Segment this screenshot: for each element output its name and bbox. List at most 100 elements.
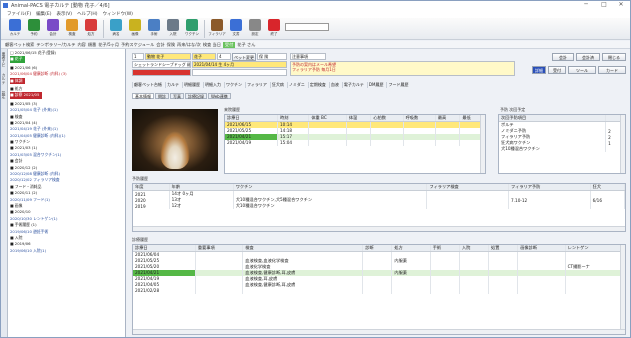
minimize-button[interactable]: ─ [579,1,593,8]
vaccine-scrollbar[interactable] [133,226,625,231]
menu-help[interactable]: ヘルプ(H) [77,11,97,17]
history-scrollbar[interactable] [620,245,625,334]
function-item[interactable]: 再来/はな/次 [177,42,201,48]
tab-1[interactable]: 問診 [155,93,169,99]
function-item[interactable]: 内容 [77,42,85,48]
toolbar-label: 会計 [49,32,57,36]
toolbar-button-9[interactable]: ワクチン [184,18,200,39]
table-row[interactable]: 2019 12才 犬10種混合ワクチン [133,203,626,209]
toolbar-icon [110,19,122,31]
tree-node[interactable]: 2019/06/10 入院(1) [10,248,124,254]
menu-file[interactable]: ファイル(F) [7,11,31,17]
vitals-scrollbar[interactable] [480,115,485,173]
tree-node[interactable]: □ 2021/06/15 花子(登録) [10,50,124,56]
table-cell [362,287,393,294]
tree-node[interactable]: ■ 診察 2021/05 [10,92,43,99]
toolbar-button-5[interactable]: 病名 [108,18,124,39]
subtoolbar-button[interactable]: フィラリア [245,81,268,88]
tree-node[interactable]: 2021/06/04 健康診断 (内科) (3) [10,71,124,77]
tree-node[interactable]: ■ 花子 [10,56,26,63]
toolbar-button-2[interactable]: 会計 [45,18,61,39]
toolbar-label: 手術 [150,32,158,36]
detail-button[interactable]: 詳細 [532,66,546,74]
menu-view[interactable]: 表示(V) [56,11,72,17]
vtab-chart[interactable]: カルテ [1,70,7,87]
vaccine-panel: 年度 年齢 ワクチン フィラリア検査 フィラリア予防 狂犬 2021 14才 0ヶ月 2020 1… [132,183,626,232]
function-item[interactable]: 顧客ペット検索 [5,42,34,48]
function-item[interactable]: 順番 [88,42,96,48]
toolbar-dropdown[interactable] [285,23,329,31]
subtoolbar-button[interactable]: 明細入力 [203,81,222,88]
table-row[interactable]: 2021/02/28 [133,287,626,294]
toolbar-icon [268,19,280,31]
maximize-button[interactable]: □ [597,1,611,8]
toolbar-button-4[interactable]: 処方 [83,18,99,39]
vtab-settings[interactable]: 設定 [1,88,7,102]
reminder-scrollbar[interactable] [620,115,625,173]
function-item[interactable]: 花子/5ヶ月 [98,42,119,48]
owner-name: 動物 花子 [145,53,191,60]
table-cell [565,287,626,294]
subtoolbar-button[interactable]: ワクチン [224,81,243,88]
vtab-patient-nav[interactable]: 患者ナビ [1,49,7,70]
function-item[interactable]: テンポラリー/カルテ [36,42,75,48]
function-item[interactable]: 保険 [167,42,175,48]
close-window-button[interactable]: ✕ [614,1,628,8]
memo-field[interactable]: 予防の案内はメール希望 フィラリア予防 毎月1日 [290,61,515,76]
tab-0[interactable]: 基本情報 [132,93,154,99]
subtoolbar-button[interactable]: ノミダニ [286,81,306,88]
record-tree: □ 2021/06/15 花子(登録) ■ 花子 ■ 2021/06 (6) 202… [10,50,124,254]
function-item[interactable]: 受付 [222,41,236,48]
sub-toolbar: 顧客ペット台帳 カルテ 明細履歴 明細入力 ワクチン フィラリア 狂犬病 ノミダニ 定期検査 血液… [132,80,628,89]
subtoolbar-button[interactable]: カルテ [165,81,180,88]
subtoolbar-button[interactable]: 定期検査 [307,81,327,88]
toolbar-button-6[interactable]: 画像 [127,18,143,39]
reception-button[interactable]: 受付 [548,66,566,74]
menu-edit[interactable]: 編集(E) [36,11,51,17]
subtoolbar-button[interactable]: 電子カルテ [341,81,365,88]
toolbar-separator [204,20,205,38]
toolbar-label: 文書 [232,32,240,36]
function-item[interactable]: 花子 さん [237,42,255,48]
toolbar-button-13[interactable]: 終了 [266,18,282,39]
toolbar-button-1[interactable]: 予約 [26,18,42,39]
toolbar-button-7[interactable]: 手術 [146,18,162,39]
blank-field [192,69,287,76]
toolbar-button-10[interactable]: フィラリア [208,18,226,39]
function-item[interactable]: 検査 当日 [203,42,221,48]
pet-name: 花子 [192,53,216,60]
toolbar-button-8[interactable]: 入院 [165,18,181,39]
table-cell [430,287,460,294]
toolbar-label: 処方 [87,32,95,36]
function-item[interactable]: 会計 [156,42,164,48]
table-cell: 2019 [133,203,170,209]
subtoolbar-button[interactable]: 狂犬病 [269,81,285,88]
subtoolbar-button[interactable]: 顧客ペット台帳 [132,81,163,88]
table-row[interactable]: 2021/04/19 15:04 [225,139,485,146]
subtoolbar-button[interactable]: 明細履歴 [182,81,201,88]
change-pet-button[interactable]: ペット変更 [232,53,256,61]
paid-button[interactable]: 会計済 [576,53,600,61]
function-item[interactable]: 予約スケジュール [121,42,154,48]
card-button[interactable]: カード [598,66,626,74]
menu-window[interactable]: ウィンドウ(W) [102,11,132,17]
toolbar-icon [85,19,97,31]
toolbar-button-12[interactable]: 設定 [247,18,263,39]
tab-2[interactable]: 写真 [170,93,184,99]
toolbar-button-11[interactable]: 文書 [228,18,244,39]
toolbar-button-0[interactable]: カルテ [7,18,23,39]
toolbar-button-3[interactable]: 検査 [64,18,80,39]
checkout-button[interactable]: 会計 [552,53,574,61]
tab-4[interactable]: Web連携 [208,93,231,99]
table-row[interactable]: 犬10種混合ワクチン [499,146,625,152]
subtoolbar-button[interactable]: フード履歴 [386,81,409,88]
tab-3[interactable]: 診療記録 [185,93,207,99]
subtoolbar-button[interactable]: DM履歴 [366,81,385,88]
memo-text-2: フィラリア予防 毎月1日 [292,67,336,72]
history-hscrollbar[interactable] [133,329,625,334]
tree-node[interactable]: ■ 体調 [10,77,26,84]
detail-tabs: 基本情報 問診 写真 診療記録 Web連携 [132,93,231,99]
close-button[interactable]: 閉じる [602,53,626,61]
tools-button[interactable]: ツール [568,66,596,74]
subtoolbar-button[interactable]: 血液 [328,81,340,88]
